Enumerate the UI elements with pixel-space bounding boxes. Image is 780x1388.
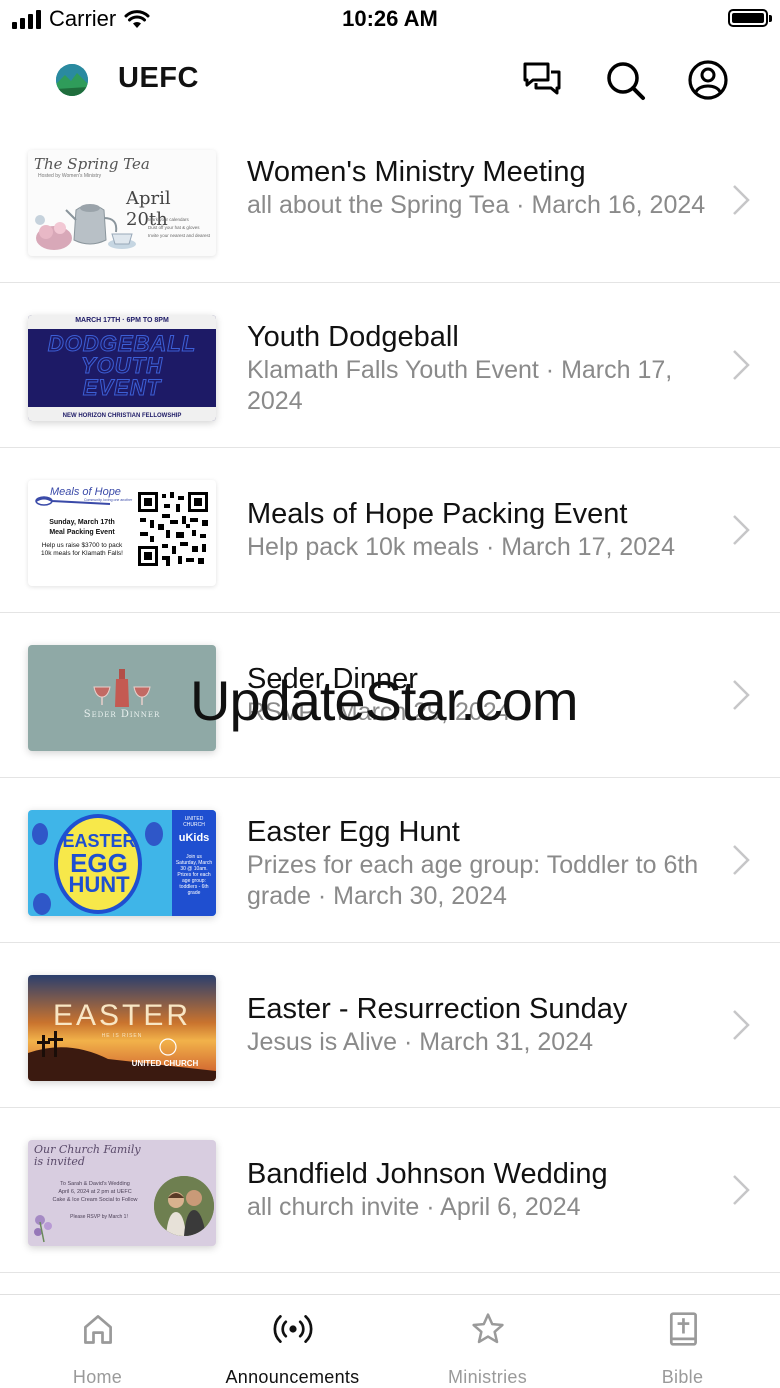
list-item-seder-dinner[interactable]: Seder Dinner Seder Dinner RSVP · March 2… bbox=[0, 613, 780, 778]
qr-code-icon bbox=[136, 490, 210, 568]
event-subtitle: Jesus is Alive · March 31, 2024 bbox=[247, 1028, 593, 1056]
event-thumbnail: EASTER HE IS RISEN UNITED CHURCH bbox=[28, 975, 216, 1081]
event-thumbnail: Our Church Family is invited To Sarah & … bbox=[28, 1140, 216, 1246]
event-thumbnail: Meals of Hope Community, loving one anot… bbox=[28, 480, 216, 586]
status-time: 10:26 AM bbox=[342, 6, 438, 31]
tab-announcements[interactable]: Announcements bbox=[195, 1295, 390, 1388]
church-logo bbox=[56, 64, 88, 96]
announcement-list: The Spring Tea Hosted by Women's Ministr… bbox=[0, 118, 780, 1294]
event-title: Seder Dinner bbox=[247, 663, 418, 695]
list-item-youth-dodgeball[interactable]: MARCH 17TH · 6PM TO 8PM DODGEBALL YOUTH … bbox=[0, 283, 780, 448]
event-subtitle: all church invite · April 6, 2024 bbox=[247, 1193, 581, 1221]
list-item-womens-ministry[interactable]: The Spring Tea Hosted by Women's Ministr… bbox=[0, 118, 780, 283]
list-item-meals-of-hope[interactable]: Meals of Hope Community, loving one anot… bbox=[0, 448, 780, 613]
app-title: UEFC bbox=[118, 62, 199, 94]
list-item-easter-egg-hunt[interactable]: EASTER EGG HUNT UNITED CHURCH uKids Join… bbox=[0, 778, 780, 943]
tab-label: Home bbox=[72, 1367, 123, 1387]
bottom-tab-bar: Home Announcements Ministries Bible bbox=[0, 1294, 780, 1388]
event-subtitle: Help pack 10k meals · March 17, 2024 bbox=[247, 533, 675, 561]
battery-icon bbox=[728, 9, 772, 27]
status-bar: Carrier 10:26 AM bbox=[0, 0, 780, 40]
event-thumbnail: EASTER EGG HUNT UNITED CHURCH uKids Join… bbox=[28, 810, 216, 916]
event-subtitle: RSVP · March 29, 2024 bbox=[247, 698, 511, 726]
chevron-right-icon bbox=[733, 845, 750, 875]
bible-icon bbox=[669, 1312, 697, 1346]
messages-icon[interactable] bbox=[520, 58, 564, 102]
tab-ministries[interactable]: Ministries bbox=[390, 1295, 585, 1388]
chevron-right-icon bbox=[733, 1010, 750, 1040]
event-subtitle: Klamath Falls Youth Event · March 17, 20… bbox=[247, 356, 673, 415]
tab-label: Announcements bbox=[225, 1367, 360, 1387]
tab-bible[interactable]: Bible bbox=[585, 1295, 780, 1388]
chevron-right-icon bbox=[733, 185, 750, 215]
tab-label: Bible bbox=[661, 1367, 704, 1387]
event-title: Bandfield Johnson Wedding bbox=[247, 1158, 608, 1190]
event-title: Easter Egg Hunt bbox=[247, 816, 460, 848]
broadcast-icon bbox=[273, 1315, 312, 1343]
list-item-easter-sunday[interactable]: EASTER HE IS RISEN UNITED CHURCH Easter … bbox=[0, 943, 780, 1108]
chevron-right-icon bbox=[733, 515, 750, 545]
event-title: Easter - Resurrection Sunday bbox=[247, 993, 628, 1025]
tab-label: Ministries bbox=[447, 1367, 527, 1387]
chevron-right-icon bbox=[733, 1175, 750, 1205]
search-icon[interactable] bbox=[603, 58, 647, 102]
star-icon bbox=[471, 1313, 504, 1344]
tab-home[interactable]: Home bbox=[0, 1295, 195, 1388]
event-thumbnail: The Spring Tea Hosted by Women's Ministr… bbox=[28, 150, 216, 256]
chevron-right-icon bbox=[733, 350, 750, 380]
profile-icon[interactable] bbox=[686, 58, 730, 102]
event-title: Women's Ministry Meeting bbox=[247, 156, 586, 188]
event-subtitle: Prizes for each age group: Toddler to 6t… bbox=[247, 851, 699, 910]
list-item-wedding[interactable]: Our Church Family is invited To Sarah & … bbox=[0, 1108, 780, 1273]
event-thumbnail: Seder Dinner bbox=[28, 645, 216, 751]
couple-photo bbox=[154, 1176, 214, 1236]
event-title: Meals of Hope Packing Event bbox=[247, 498, 628, 530]
event-title: Youth Dodgeball bbox=[247, 321, 459, 353]
event-thumbnail: MARCH 17TH · 6PM TO 8PM DODGEBALL YOUTH … bbox=[28, 315, 216, 421]
event-subtitle: all about the Spring Tea · March 16, 202… bbox=[247, 191, 706, 219]
chevron-right-icon bbox=[733, 680, 750, 710]
app-header: UEFC bbox=[0, 48, 780, 114]
home-icon bbox=[83, 1315, 112, 1344]
